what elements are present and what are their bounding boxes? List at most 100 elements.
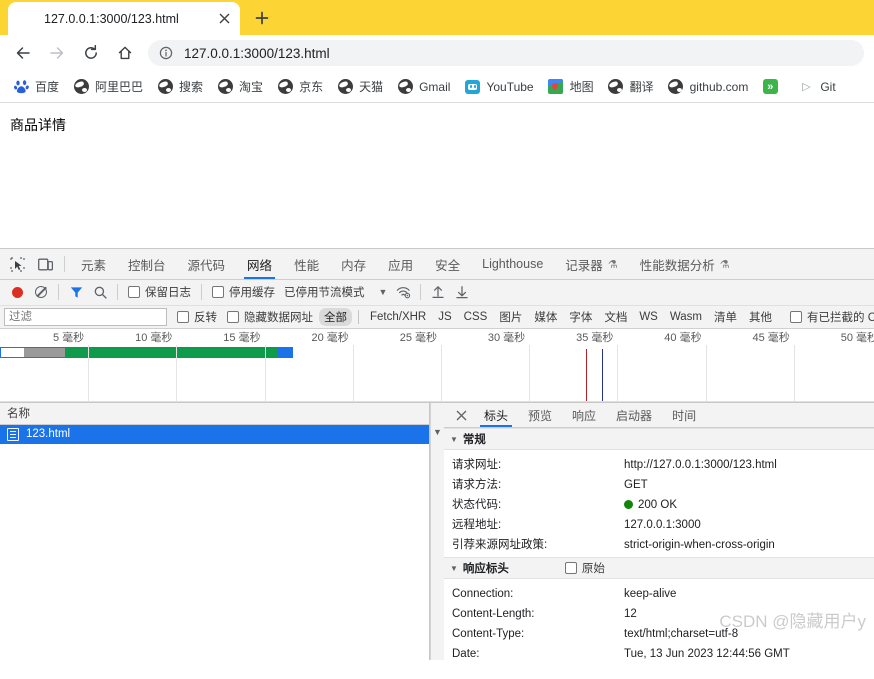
tab-application[interactable]: 应用 bbox=[377, 249, 424, 279]
network-conditions-icon[interactable] bbox=[391, 281, 415, 303]
hide-data-urls-checkbox[interactable]: 隐藏数据网址 bbox=[227, 309, 313, 325]
tab-network[interactable]: 网络 bbox=[236, 249, 283, 280]
filter-funnel-icon[interactable] bbox=[64, 281, 88, 303]
tab-label: 内存 bbox=[341, 258, 367, 273]
filter-type-manifest[interactable]: 清单 bbox=[709, 308, 742, 326]
filter-type-img[interactable]: 图片 bbox=[494, 308, 527, 326]
tab-recorder[interactable]: 记录器 ⚗ bbox=[554, 249, 628, 279]
checkbox-box[interactable] bbox=[212, 286, 224, 299]
bookmark-tmall[interactable]: 天猫 bbox=[330, 75, 390, 98]
filter-type-other[interactable]: 其他 bbox=[744, 308, 777, 326]
import-har-icon[interactable] bbox=[426, 281, 450, 303]
bookmark-youtube[interactable]: YouTube bbox=[457, 76, 540, 98]
toolbar-divider bbox=[420, 284, 422, 301]
detail-scrollbar[interactable] bbox=[868, 429, 874, 660]
tab-performance[interactable]: 性能 bbox=[283, 249, 330, 279]
browser-tab[interactable]: 127.0.0.1:3000/123.html bbox=[8, 2, 240, 35]
globe-icon bbox=[668, 79, 684, 95]
row-key: 状态代码: bbox=[452, 499, 502, 512]
disable-cache-checkbox[interactable]: 停用缓存 bbox=[207, 284, 280, 300]
row-key: 请求网址: bbox=[452, 459, 502, 472]
record-stop-icon[interactable] bbox=[5, 281, 29, 303]
bookmark-overflow[interactable]: » bbox=[755, 76, 791, 98]
overview-gridline bbox=[793, 344, 795, 402]
tab-label: 应用 bbox=[388, 258, 414, 273]
row-key: 远程地址: bbox=[452, 519, 502, 532]
filter-type-wasm[interactable]: Wasm bbox=[665, 310, 707, 324]
detail-tab-response[interactable]: 响应 bbox=[562, 403, 606, 427]
bookmark-git[interactable]: ▷ Git bbox=[791, 76, 842, 98]
preserve-log-checkbox[interactable]: 保留日志 bbox=[123, 284, 196, 300]
detail-tab-headers[interactable]: 标头 bbox=[474, 403, 518, 428]
filter-type-media[interactable]: 媒体 bbox=[529, 308, 562, 326]
reload-icon[interactable] bbox=[76, 38, 106, 68]
throttling-dropdown[interactable]: 已停用节流模式 ▼ bbox=[280, 284, 391, 300]
section-header-response-headers[interactable]: ▼ 响应标头 原始 bbox=[444, 557, 874, 580]
blocked-cookies-checkbox[interactable]: 有已拦截的 Cook bbox=[790, 309, 874, 325]
table-row[interactable]: 123.html bbox=[0, 424, 429, 444]
search-icon[interactable] bbox=[88, 281, 112, 303]
tab-lighthouse[interactable]: Lighthouse bbox=[471, 249, 554, 279]
bookmark-search[interactable]: 搜索 bbox=[150, 75, 210, 98]
bookmark-gmail[interactable]: Gmail bbox=[390, 76, 457, 98]
tab-label: 启动器 bbox=[616, 408, 653, 423]
tab-label: Lighthouse bbox=[482, 257, 544, 272]
globe-icon bbox=[608, 79, 624, 95]
invert-checkbox[interactable]: 反转 bbox=[177, 309, 217, 325]
tab-sources[interactable]: 源代码 bbox=[177, 249, 237, 279]
filter-type-fetch-xhr[interactable]: Fetch/XHR bbox=[365, 310, 431, 324]
export-har-icon[interactable] bbox=[450, 281, 474, 303]
overview-tick-label: 20 毫秒 bbox=[311, 331, 349, 344]
bookmark-github[interactable]: github.com bbox=[661, 76, 756, 98]
device-toolbar-icon[interactable] bbox=[31, 249, 59, 279]
tab-security[interactable]: 安全 bbox=[424, 249, 471, 279]
filter-type-font[interactable]: 字体 bbox=[564, 308, 597, 326]
close-icon[interactable] bbox=[448, 403, 474, 427]
checkbox-box[interactable] bbox=[790, 310, 803, 323]
request-timing-bar[interactable] bbox=[0, 346, 293, 358]
tab-label: 时间 bbox=[672, 408, 697, 423]
clear-network-icon[interactable] bbox=[29, 281, 53, 303]
detail-tab-initiator[interactable]: 启动器 bbox=[606, 403, 662, 427]
info-circle-icon[interactable] bbox=[158, 45, 174, 61]
back-arrow-icon[interactable] bbox=[8, 38, 38, 68]
detail-row: 远程地址: 127.0.0.1:3000 bbox=[444, 515, 874, 535]
tab-performance-insights[interactable]: 性能数据分析 ⚗ bbox=[629, 249, 741, 279]
checkbox-box[interactable] bbox=[564, 562, 577, 575]
row-value: 12 bbox=[624, 608, 637, 621]
bookmark-maps[interactable]: 地图 bbox=[541, 75, 601, 98]
bookmark-taobao[interactable]: 淘宝 bbox=[210, 75, 270, 98]
filter-type-all[interactable]: 全部 bbox=[319, 307, 352, 326]
bookmark-jd[interactable]: 京东 bbox=[270, 75, 330, 98]
detail-tab-preview[interactable]: 预览 bbox=[518, 403, 562, 427]
raw-toggle[interactable]: 原始 bbox=[564, 560, 605, 576]
request-list-scrollbar[interactable]: ▼ bbox=[430, 402, 444, 660]
filter-input[interactable] bbox=[4, 307, 167, 326]
forward-arrow-icon[interactable] bbox=[42, 38, 72, 68]
home-icon[interactable] bbox=[110, 38, 140, 68]
overview-gridline bbox=[176, 344, 178, 402]
filter-type-doc[interactable]: 文档 bbox=[599, 308, 632, 326]
address-bar[interactable]: 127.0.0.1:3000/123.html bbox=[148, 40, 864, 66]
bookmark-translate[interactable]: 翻译 bbox=[601, 75, 661, 98]
new-tab-button[interactable] bbox=[248, 4, 276, 32]
bookmark-baidu[interactable]: 百度 bbox=[6, 75, 66, 98]
checkbox-box[interactable] bbox=[177, 310, 189, 323]
tab-memory[interactable]: 内存 bbox=[330, 249, 377, 279]
tab-console[interactable]: 控制台 bbox=[117, 249, 177, 279]
filter-type-ws[interactable]: WS bbox=[634, 310, 663, 324]
detail-tab-timing[interactable]: 时间 bbox=[662, 403, 706, 427]
checkbox-box[interactable] bbox=[128, 286, 140, 299]
tab-elements[interactable]: 元素 bbox=[70, 249, 117, 279]
close-icon[interactable] bbox=[214, 9, 234, 29]
overview-gridline bbox=[705, 344, 707, 402]
inspect-element-icon[interactable] bbox=[3, 249, 31, 279]
overview-marker-dom-content-loaded bbox=[585, 348, 587, 402]
filter-type-css[interactable]: CSS bbox=[459, 310, 493, 324]
filter-type-js[interactable]: JS bbox=[433, 310, 456, 324]
bookmark-alibaba[interactable]: 阿里巴巴 bbox=[66, 75, 150, 98]
network-overview-timeline[interactable]: 5 毫秒 10 毫秒 15 毫秒 20 毫秒 25 毫秒 30 毫秒 35 毫秒 40 毫秒 4… bbox=[0, 328, 874, 403]
checkbox-box[interactable] bbox=[227, 310, 239, 323]
section-header-general[interactable]: ▼ 常规 bbox=[444, 428, 874, 451]
bookmarks-bar: 百度 阿里巴巴 搜索 淘宝 京东 天猫 Gmail YouTube 地图 翻译 … bbox=[0, 71, 874, 103]
